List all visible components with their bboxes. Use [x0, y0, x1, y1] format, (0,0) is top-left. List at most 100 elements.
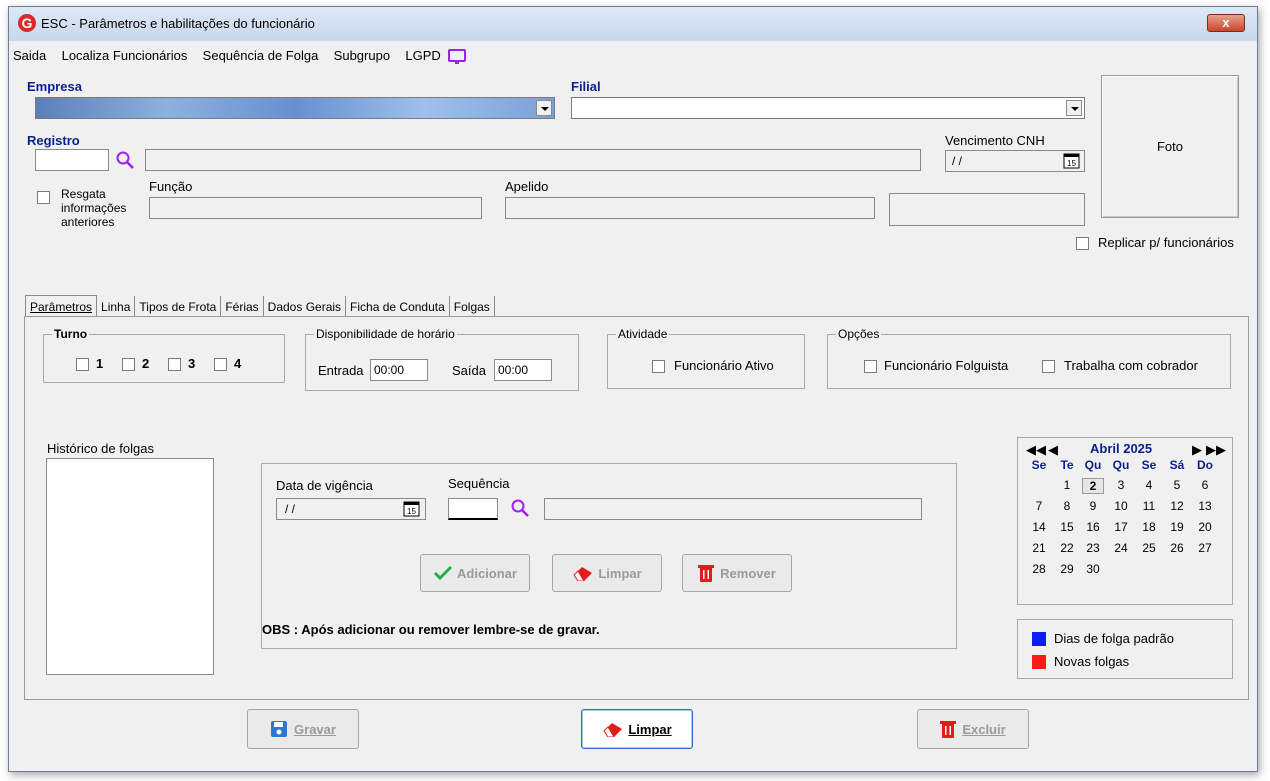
calendar-day[interactable]: 13: [1194, 499, 1216, 513]
adicionar-button[interactable]: Adicionar: [420, 554, 530, 592]
entrada-input[interactable]: 00:00: [370, 359, 428, 381]
data-vigencia-label: Data de vigência: [276, 478, 373, 493]
menu-lgpd-label: LGPD: [405, 48, 441, 63]
tab-ficha-de-conduta[interactable]: Ficha de Conduta: [346, 296, 450, 318]
calendar-day[interactable]: 18: [1138, 520, 1160, 534]
funcao-label: Função: [149, 179, 193, 194]
funcao-field: [149, 197, 482, 219]
calendar-day[interactable]: 20: [1194, 520, 1216, 534]
calendar-day[interactable]: 24: [1110, 541, 1132, 555]
calendar-day[interactable]: 16: [1082, 520, 1104, 534]
calendar-day[interactable]: 27: [1194, 541, 1216, 555]
calendar-day[interactable]: 1: [1056, 478, 1078, 492]
calendar-day[interactable]: 15: [1056, 520, 1078, 534]
limpar-vigencia-button[interactable]: Limpar: [552, 554, 662, 592]
folguista-checkbox[interactable]: [864, 360, 877, 373]
calendar-day[interactable]: 3: [1110, 478, 1132, 492]
calendar-day[interactable]: 6: [1194, 478, 1216, 492]
filial-select[interactable]: [571, 97, 1085, 119]
calendar-day[interactable]: 28: [1028, 562, 1050, 576]
data-vigencia-input[interactable]: / / 15: [276, 498, 426, 520]
search-icon[interactable]: [510, 498, 530, 518]
turno-1-checkbox[interactable]: [76, 358, 89, 371]
novas-label: Novas folgas: [1054, 654, 1130, 669]
turno-3-checkbox[interactable]: [168, 358, 181, 371]
limpar-button[interactable]: Limpar: [581, 709, 693, 749]
excluir-button[interactable]: Excluir: [917, 709, 1029, 749]
funcionario-ativo-checkbox[interactable]: [652, 360, 665, 373]
menu-saida[interactable]: Saida: [13, 48, 46, 63]
tab-linha[interactable]: Linha: [97, 296, 136, 318]
calendar-day[interactable]: 2: [1082, 478, 1104, 494]
calendar-prev-year-button[interactable]: ◀◀: [1026, 442, 1046, 458]
menu-bar: Saida Localiza Funcionários Sequência de…: [13, 48, 467, 68]
turno-3-label: 3: [188, 356, 196, 371]
turno-group: Turno 1 2 3 4: [43, 327, 285, 383]
calendar-day[interactable]: 19: [1166, 520, 1188, 534]
entrada-label: Entrada: [318, 363, 364, 378]
calendar-weekday: Te: [1060, 458, 1074, 472]
calendar-day[interactable]: 12: [1166, 499, 1188, 513]
calendar-day[interactable]: 10: [1110, 499, 1132, 513]
title-bar: G ESC - Parâmetros e habilitações do fun…: [9, 7, 1257, 41]
turno-4-checkbox[interactable]: [214, 358, 227, 371]
registro-input[interactable]: [35, 149, 109, 171]
menu-lgpd[interactable]: LGPD: [405, 48, 467, 65]
svg-text:15: 15: [407, 507, 416, 516]
calendar-day[interactable]: 17: [1110, 520, 1132, 534]
tab-folgas[interactable]: Folgas: [450, 296, 495, 318]
close-button[interactable]: x: [1207, 14, 1245, 32]
photo-label: Foto: [1156, 139, 1183, 154]
calendar-day[interactable]: 11: [1138, 499, 1160, 513]
turno-2-checkbox[interactable]: [122, 358, 135, 371]
chevron-down-icon[interactable]: [1066, 100, 1082, 116]
limpar-label: Limpar: [628, 721, 672, 737]
tab-dados-gerais[interactable]: Dados Gerais: [264, 296, 347, 318]
saida-input[interactable]: 00:00: [494, 359, 552, 381]
calendar-month-title: Abril 2025: [1090, 441, 1153, 456]
calendar-day[interactable]: 7: [1028, 499, 1050, 513]
remover-label: Remover: [720, 565, 776, 581]
photo-box[interactable]: Foto: [1101, 75, 1239, 218]
menu-subgrupo[interactable]: Subgrupo: [334, 48, 390, 63]
tab-ferias[interactable]: Férias: [221, 296, 264, 318]
historico-list[interactable]: [46, 458, 214, 675]
calendar-day[interactable]: 8: [1056, 499, 1078, 513]
cobrador-label: Trabalha com cobrador: [1064, 358, 1198, 373]
menu-sequencia-folga[interactable]: Sequência de Folga: [203, 48, 319, 63]
padrao-swatch: [1032, 632, 1046, 646]
data-vigencia-value: / /: [285, 502, 296, 516]
calendar-day[interactable]: 30: [1082, 562, 1104, 576]
calendar-days: 1 2 3 4 5 6 7 8 9 10 11 12 13 14 15 16 17 18 19 20 21 22 23 24 2…: [1018, 478, 1234, 588]
monitor-icon: [448, 48, 467, 64]
calendar-day[interactable]: 4: [1138, 478, 1160, 492]
calendar-day[interactable]: 26: [1166, 541, 1188, 555]
calendar-day[interactable]: 23: [1082, 541, 1104, 555]
cobrador-checkbox[interactable]: [1042, 360, 1055, 373]
gravar-button[interactable]: Gravar: [247, 709, 359, 749]
calendar-next-year-button[interactable]: ▶▶: [1206, 442, 1226, 458]
chevron-down-icon[interactable]: [536, 100, 552, 116]
menu-localiza-funcionarios[interactable]: Localiza Funcionários: [62, 48, 188, 63]
turno-legend: Turno: [54, 327, 88, 341]
resgata-checkbox[interactable]: [37, 191, 50, 204]
tab-tipos-de-frota[interactable]: Tipos de Frota: [135, 296, 222, 318]
vencimento-cnh-input[interactable]: / / 15: [945, 150, 1085, 172]
replicar-checkbox[interactable]: [1076, 237, 1089, 250]
calendar-day[interactable]: 29: [1056, 562, 1078, 576]
calendar-day[interactable]: 21: [1028, 541, 1050, 555]
calendar-icon[interactable]: 15: [1063, 153, 1080, 169]
calendar-day[interactable]: 9: [1082, 499, 1104, 513]
empresa-select[interactable]: [35, 97, 555, 119]
calendar-day[interactable]: 25: [1138, 541, 1160, 555]
calendar-icon[interactable]: 15: [403, 501, 420, 517]
sequencia-input[interactable]: [448, 498, 498, 520]
calendar-day[interactable]: 22: [1056, 541, 1078, 555]
calendar-next-month-button[interactable]: ▶: [1192, 442, 1202, 458]
tab-parametros[interactable]: Parâmetros: [25, 295, 98, 317]
calendar-day[interactable]: 14: [1028, 520, 1050, 534]
calendar-day[interactable]: 5: [1166, 478, 1188, 492]
search-icon[interactable]: [115, 150, 135, 170]
remover-button[interactable]: Remover: [682, 554, 792, 592]
calendar-prev-month-button[interactable]: ◀: [1048, 442, 1058, 458]
